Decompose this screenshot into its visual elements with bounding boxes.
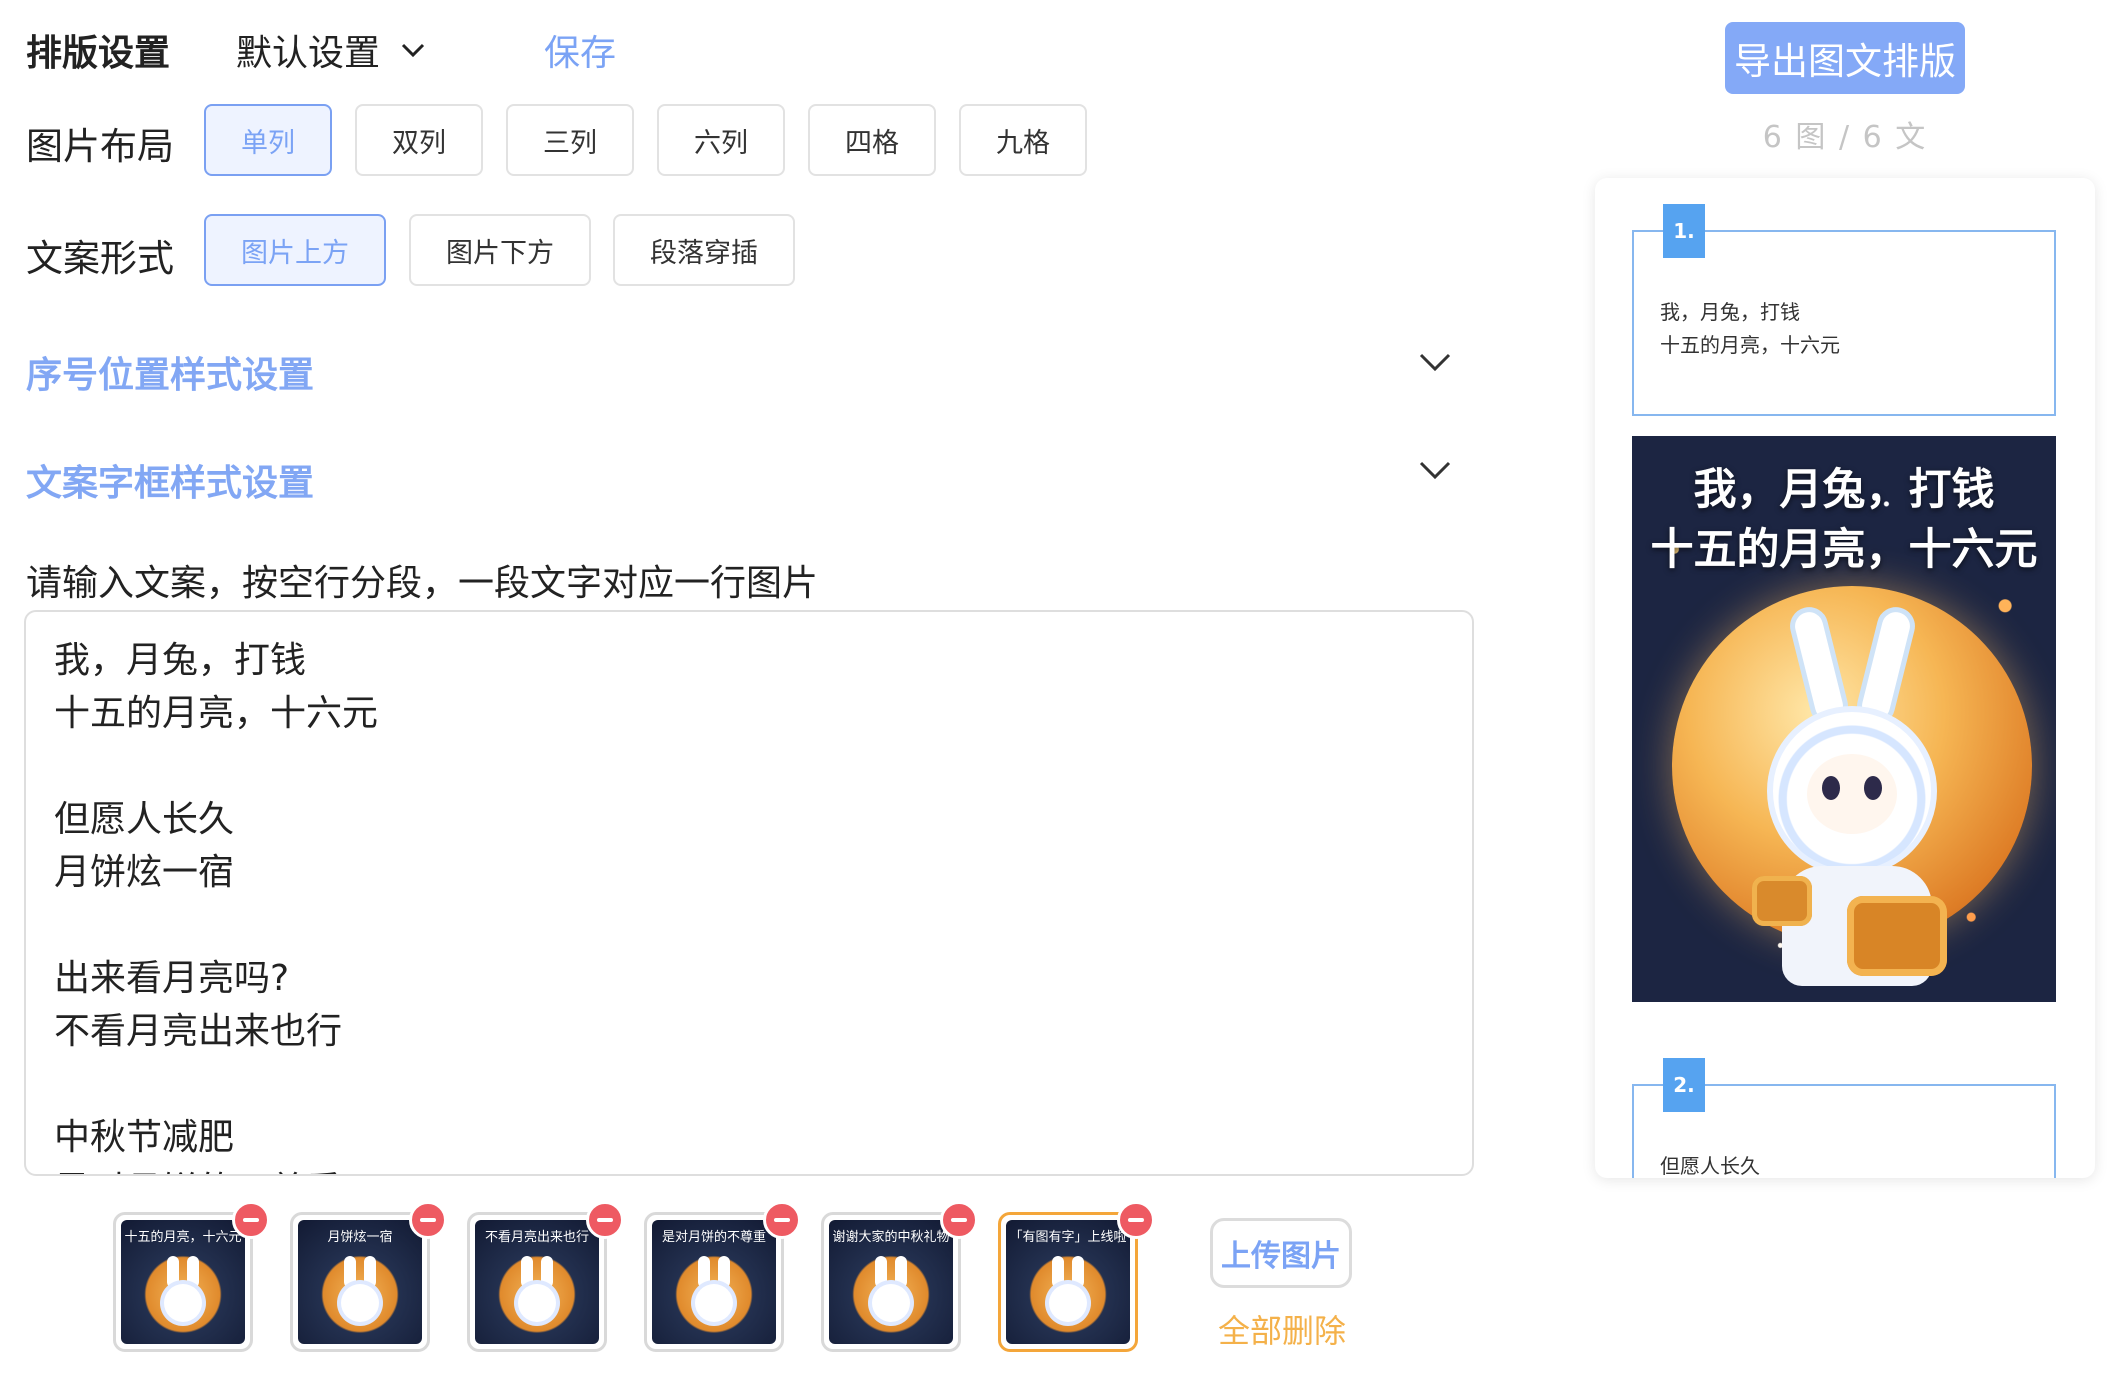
image-thumbnail[interactable]: 是对月饼的不尊重 [644,1201,801,1352]
image-thumbnail-selected[interactable]: 「有图有字」上线啦 [998,1201,1155,1352]
thumbnail-caption: 「有图有字」上线啦 [1009,1230,1127,1245]
thumbnail-caption: 谢谢大家的中秋礼物 [832,1230,950,1245]
textarea-line [54,740,1444,793]
layout-option-double[interactable]: 双列 [355,104,483,176]
preset-dropdown-label: 默认设置 [236,33,381,74]
textarea-line [54,1058,1444,1111]
remove-image-icon[interactable] [763,1201,801,1239]
thumbnail-image: 十五的月亮，十六元 [121,1220,245,1344]
thumbnail-caption: 是对月饼的不尊重 [661,1230,766,1245]
bunny-illustration [1049,1284,1087,1322]
caption-textarea[interactable]: 我，月兔，打钱 十五的月亮，十六元 但愿人长久 月饼炫一宿 出来看月亮吗? 不看… [24,610,1474,1176]
bunny-illustration [518,1284,556,1322]
remove-image-icon[interactable] [1117,1201,1155,1239]
caption-text: 我，月兔，打钱 [1660,300,1800,324]
caption-text: 十五的月亮，十六元 [1660,333,1840,357]
poster-title: 我，月兔，打钱 十五的月亮，十六元 [1632,460,2056,580]
caption-option-below[interactable]: 图片下方 [409,214,591,286]
remove-image-icon[interactable] [586,1201,624,1239]
caption-text: 但愿人长久 [1660,1154,1760,1178]
bunny-illustration [695,1284,733,1322]
upload-image-button[interactable]: 上传图片 [1210,1218,1352,1288]
caption-option-interleave[interactable]: 段落穿插 [613,214,795,286]
chevron-down-icon [401,43,425,58]
thumbnail-image: 是对月饼的不尊重 [652,1220,776,1344]
save-button[interactable]: 保存 [544,24,616,76]
textarea-line: 但愿人长久 [54,799,235,840]
thumbnail-image: 不看月亮出来也行 [475,1220,599,1344]
layout-option-single[interactable]: 单列 [204,104,332,176]
image-thumbnail[interactable]: 十五的月亮，十六元 [113,1201,270,1352]
layout-option-six[interactable]: 六列 [657,104,785,176]
layout-label: 图片布局 [26,125,174,168]
textarea-line: 是对月饼的不尊重 [54,1164,1444,1174]
textarea-line: 十五的月亮，十六元 [54,693,379,734]
number-style-section-header[interactable]: 序号位置样式设置 [26,346,314,398]
preview-image: 我，月兔，打钱 十五的月亮，十六元 [1632,436,2056,1002]
textarea-line: 月饼炫一宿 [54,852,235,893]
image-thumbnail[interactable]: 月饼炫一宿 [290,1201,447,1352]
image-thumbnail[interactable]: 不看月亮出来也行 [467,1201,624,1352]
layout-option-grid-four[interactable]: 四格 [808,104,936,176]
chevron-down-icon[interactable] [1415,342,1455,382]
textarea-line: 出来看月亮吗? [54,958,290,999]
delete-all-button[interactable]: 全部删除 [1218,1306,1346,1352]
remove-image-icon[interactable] [940,1201,978,1239]
layout-option-grid-nine[interactable]: 九格 [959,104,1087,176]
mooncake-illustration [1752,876,1812,926]
thumbnail-image: 谢谢大家的中秋礼物 [829,1220,953,1344]
poster-title-line: 我，月兔，打钱 [1693,465,1995,515]
remove-image-icon[interactable] [232,1201,270,1239]
bunny-illustration [872,1284,910,1322]
thumbnail-caption: 月饼炫一宿 [327,1230,393,1245]
layout-preview[interactable]: 我，月兔，打钱 十五的月亮，十六元 1. 我，月兔，打钱 十五的月亮，十六元 但… [1595,178,2095,1178]
thumbnail-image: 月饼炫一宿 [298,1220,422,1344]
sequence-number-badge: 2. [1663,1058,1705,1112]
caption-mode-label: 文案形式 [26,237,174,280]
image-text-count: 6 图 / 6 文 [1762,120,1928,155]
bunny-illustration [341,1284,379,1322]
editor-prompt: 请输入文案，按空行分段，一段文字对应一行图片 [26,563,819,604]
thumbnail-caption: 不看月亮出来也行 [484,1230,589,1245]
chevron-down-icon[interactable] [1415,450,1455,490]
poster-title-line: 十五的月亮，十六元 [1650,525,2038,575]
bunny-illustration [164,1284,202,1322]
sequence-number-badge: 1. [1663,204,1705,258]
mooncake-illustration [1847,896,1947,976]
remove-image-icon[interactable] [409,1201,447,1239]
caption-option-above[interactable]: 图片上方 [204,214,386,286]
textarea-line [54,899,1444,952]
textarea-line: 不看月亮出来也行 [54,1011,343,1052]
page-title: 排版设置 [26,33,171,74]
textbox-style-section-header[interactable]: 文案字框样式设置 [26,454,314,506]
export-layout-button[interactable]: 导出图文排版 [1725,22,1965,94]
thumbnail-caption: 十五的月亮，十六元 [124,1230,242,1245]
image-thumbnail[interactable]: 谢谢大家的中秋礼物 [821,1201,978,1352]
textarea-line: 中秋节减肥 [54,1117,235,1158]
preset-dropdown[interactable]: 默认设置 [236,24,428,76]
textarea-line: 我，月兔，打钱 [54,640,307,681]
layout-option-triple[interactable]: 三列 [506,104,634,176]
thumbnail-image: 「有图有字」上线啦 [1006,1220,1130,1344]
